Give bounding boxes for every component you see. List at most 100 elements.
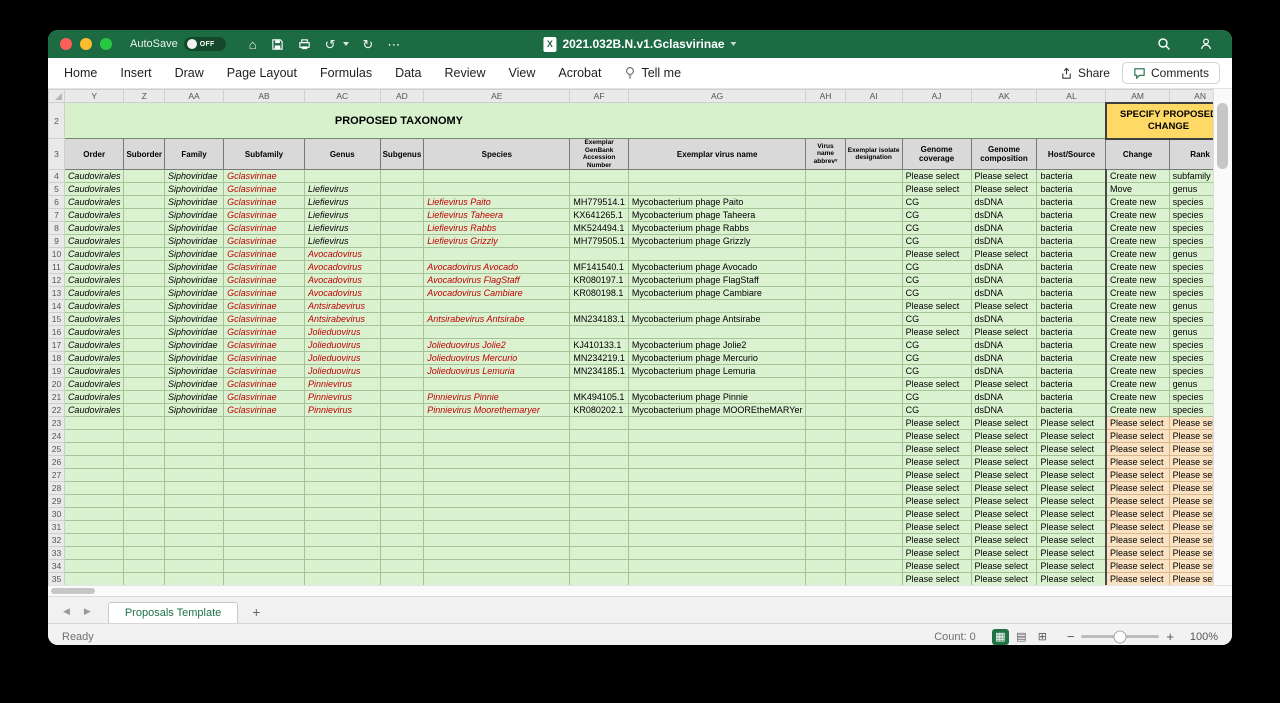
row-header-25[interactable]: 25 — [49, 443, 65, 456]
row-header-9[interactable]: 9 — [49, 235, 65, 248]
row-header-2[interactable]: 2 — [49, 103, 65, 139]
cell-AF13[interactable]: KR080198.1 — [570, 287, 629, 300]
cell-AC19[interactable]: Jolieduovirus — [304, 365, 380, 378]
cell-AG33[interactable] — [628, 547, 806, 560]
cell-AJ9[interactable]: CG — [902, 235, 971, 248]
cell-AL8[interactable]: bacteria — [1037, 222, 1106, 235]
comments-button[interactable]: Comments — [1122, 62, 1220, 84]
cell-AL10[interactable]: bacteria — [1037, 248, 1106, 261]
cell-AB23[interactable] — [224, 417, 305, 430]
cell-AL28[interactable]: Please select — [1037, 482, 1106, 495]
cell-AE19[interactable]: Jolieduovirus Lemuria — [424, 365, 570, 378]
cell-AA25[interactable] — [165, 443, 224, 456]
menu-tab-home[interactable]: Home — [64, 66, 97, 80]
cell-Y10[interactable]: Caudovirales — [64, 248, 124, 261]
cell-Z13[interactable] — [124, 287, 165, 300]
cell-AD5[interactable] — [380, 183, 424, 196]
cell-AI25[interactable] — [845, 443, 902, 456]
cell-AC26[interactable] — [304, 456, 380, 469]
tell-me-button[interactable]: Tell me — [624, 66, 681, 80]
cell-AE18[interactable]: Jolieduovirus Mercurio — [424, 352, 570, 365]
cell-AM12[interactable]: Create new — [1106, 274, 1169, 287]
cell-AE12[interactable]: Avocadovirus FlagStaff — [424, 274, 570, 287]
cell-AF11[interactable]: MF141540.1 — [570, 261, 629, 274]
row-header-12[interactable]: 12 — [49, 274, 65, 287]
cell-AC14[interactable]: Antsirabevirus — [304, 300, 380, 313]
header-AJ[interactable]: Genome coverage — [902, 139, 971, 170]
cell-AH24[interactable] — [806, 430, 845, 443]
cell-AL5[interactable]: bacteria — [1037, 183, 1106, 196]
cell-AB8[interactable]: Gclasvirinae — [224, 222, 305, 235]
search-icon[interactable] — [1157, 37, 1171, 51]
cell-AM27[interactable]: Please select — [1106, 469, 1169, 482]
cell-AB4[interactable]: Gclasvirinae — [224, 170, 305, 183]
cell-AK32[interactable]: Please select — [971, 534, 1037, 547]
cell-AK5[interactable]: Please select — [971, 183, 1037, 196]
cell-AC33[interactable] — [304, 547, 380, 560]
print-icon[interactable] — [298, 38, 311, 51]
cell-AC6[interactable]: Liefievirus — [304, 196, 380, 209]
redo-icon[interactable]: ↻ — [362, 38, 373, 51]
cell-AK27[interactable]: Please select — [971, 469, 1037, 482]
cell-AL21[interactable]: bacteria — [1037, 391, 1106, 404]
cell-AC35[interactable] — [304, 573, 380, 586]
cell-AG22[interactable]: Mycobacterium phage MOOREtheMARYer — [628, 404, 806, 417]
cell-AI21[interactable] — [845, 391, 902, 404]
cell-AD12[interactable] — [380, 274, 424, 287]
cell-AJ30[interactable]: Please select — [902, 508, 971, 521]
cell-AF30[interactable] — [570, 508, 629, 521]
column-header-AL[interactable]: AL — [1037, 90, 1106, 103]
cell-AM23[interactable]: Please select — [1106, 417, 1169, 430]
cell-AB13[interactable]: Gclasvirinae — [224, 287, 305, 300]
cell-Y13[interactable]: Caudovirales — [64, 287, 124, 300]
cell-Z4[interactable] — [124, 170, 165, 183]
vertical-scrollbar[interactable] — [1213, 89, 1232, 585]
cell-Y18[interactable]: Caudovirales — [64, 352, 124, 365]
column-header-AM[interactable]: AM — [1106, 90, 1169, 103]
zoom-slider-thumb[interactable] — [1114, 630, 1127, 643]
header-AE[interactable]: Species — [424, 139, 570, 170]
cell-AH12[interactable] — [806, 274, 845, 287]
cell-AE31[interactable] — [424, 521, 570, 534]
cell-AD10[interactable] — [380, 248, 424, 261]
menu-tab-draw[interactable]: Draw — [175, 66, 204, 80]
row-header-6[interactable]: 6 — [49, 196, 65, 209]
header-Y[interactable]: Order — [64, 139, 124, 170]
cell-AD17[interactable] — [380, 339, 424, 352]
cell-Z27[interactable] — [124, 469, 165, 482]
cell-AF8[interactable]: MK524494.1 — [570, 222, 629, 235]
cell-Z14[interactable] — [124, 300, 165, 313]
cell-Z31[interactable] — [124, 521, 165, 534]
cell-AM24[interactable]: Please select — [1106, 430, 1169, 443]
cell-AK28[interactable]: Please select — [971, 482, 1037, 495]
cell-AB27[interactable] — [224, 469, 305, 482]
cell-AF35[interactable] — [570, 573, 629, 586]
cell-AH17[interactable] — [806, 339, 845, 352]
cell-AI7[interactable] — [845, 209, 902, 222]
cell-AA15[interactable]: Siphoviridae — [165, 313, 224, 326]
cell-AI13[interactable] — [845, 287, 902, 300]
cell-AA17[interactable]: Siphoviridae — [165, 339, 224, 352]
row-header-7[interactable]: 7 — [49, 209, 65, 222]
cell-AM31[interactable]: Please select — [1106, 521, 1169, 534]
menu-tab-page-layout[interactable]: Page Layout — [227, 66, 297, 80]
row-header-28[interactable]: 28 — [49, 482, 65, 495]
cell-AB16[interactable]: Gclasvirinae — [224, 326, 305, 339]
cell-AJ24[interactable]: Please select — [902, 430, 971, 443]
cell-AA6[interactable]: Siphoviridae — [165, 196, 224, 209]
cell-AM29[interactable]: Please select — [1106, 495, 1169, 508]
cell-AG9[interactable]: Mycobacterium phage Grizzly — [628, 235, 806, 248]
cell-AH16[interactable] — [806, 326, 845, 339]
cell-AK30[interactable]: Please select — [971, 508, 1037, 521]
cell-AH22[interactable] — [806, 404, 845, 417]
header-AL[interactable]: Host/Source — [1037, 139, 1106, 170]
cell-AK23[interactable]: Please select — [971, 417, 1037, 430]
cell-Y8[interactable]: Caudovirales — [64, 222, 124, 235]
cell-AC12[interactable]: Avocadovirus — [304, 274, 380, 287]
column-header-AE[interactable]: AE — [424, 90, 570, 103]
header-AI[interactable]: Exemplar isolate designation — [845, 139, 902, 170]
cell-AC28[interactable] — [304, 482, 380, 495]
cell-Y28[interactable] — [64, 482, 124, 495]
cell-AH25[interactable] — [806, 443, 845, 456]
cell-AK9[interactable]: dsDNA — [971, 235, 1037, 248]
